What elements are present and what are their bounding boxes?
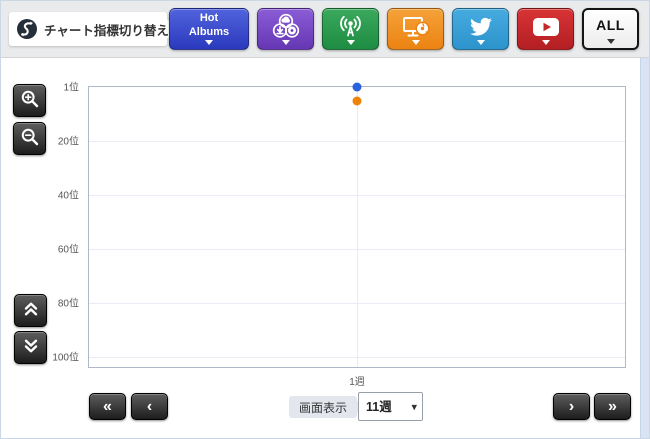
x-axis-labels: 1週 bbox=[88, 373, 626, 387]
caret-down-icon bbox=[347, 40, 355, 45]
y-tick-label: 1位 bbox=[63, 79, 79, 94]
topbar: チャート指標切り替え Hot Albums bbox=[1, 1, 649, 58]
y-tick-label: 60位 bbox=[58, 241, 79, 256]
data-point-series-orange bbox=[353, 96, 362, 105]
y-tick-label: 80位 bbox=[58, 295, 79, 310]
display-range-select[interactable]: 11週 bbox=[358, 392, 423, 421]
y-tick-label: 40位 bbox=[58, 187, 79, 202]
chart-indicator-switch-text: チャート指標切り替え bbox=[44, 20, 169, 39]
caret-down-icon bbox=[412, 40, 420, 45]
right-scroll-strip bbox=[640, 58, 649, 438]
indicator-buttons: Hot Albums bbox=[169, 8, 639, 50]
lookup-indicator-button[interactable] bbox=[387, 8, 444, 50]
next-page-button[interactable]: › bbox=[553, 393, 590, 420]
hot-albums-label: Hot Albums bbox=[183, 12, 235, 38]
first-page-button[interactable]: « bbox=[89, 393, 126, 420]
x-tick-label: 1週 bbox=[349, 373, 365, 388]
v-gridline bbox=[357, 87, 358, 367]
prev-page-button[interactable]: ‹ bbox=[131, 393, 168, 420]
chart-widget: チャート指標切り替え Hot Albums bbox=[0, 0, 650, 439]
data-point-series-blue bbox=[353, 83, 362, 92]
caret-down-icon bbox=[542, 40, 550, 45]
chart-switch-icon bbox=[16, 18, 38, 40]
caret-down-icon bbox=[607, 39, 615, 44]
hot-albums-button[interactable]: Hot Albums bbox=[169, 8, 249, 50]
caret-down-icon bbox=[205, 40, 213, 45]
radio-indicator-button[interactable] bbox=[322, 8, 379, 50]
y-tick-label: 20位 bbox=[58, 133, 79, 148]
display-range-label: 画面表示 bbox=[289, 396, 357, 418]
y-axis-labels: 1位20位40位60位80位100位 bbox=[1, 86, 82, 368]
caret-down-icon bbox=[282, 40, 290, 45]
twitter-indicator-button[interactable] bbox=[452, 8, 509, 50]
youtube-indicator-button[interactable] bbox=[517, 8, 574, 50]
display-range-select-wrap: 11週 bbox=[358, 392, 423, 421]
chart-indicator-switch-label: チャート指標切り替え bbox=[9, 12, 167, 46]
sales-indicator-button[interactable] bbox=[257, 8, 314, 50]
caret-down-icon bbox=[477, 40, 485, 45]
all-indicator-button[interactable]: ALL bbox=[582, 8, 639, 50]
plot-area bbox=[88, 86, 626, 368]
all-label: ALL bbox=[596, 17, 625, 33]
y-tick-label: 100位 bbox=[52, 349, 79, 364]
youtube-icon bbox=[532, 17, 560, 42]
last-page-button[interactable]: » bbox=[594, 393, 631, 420]
